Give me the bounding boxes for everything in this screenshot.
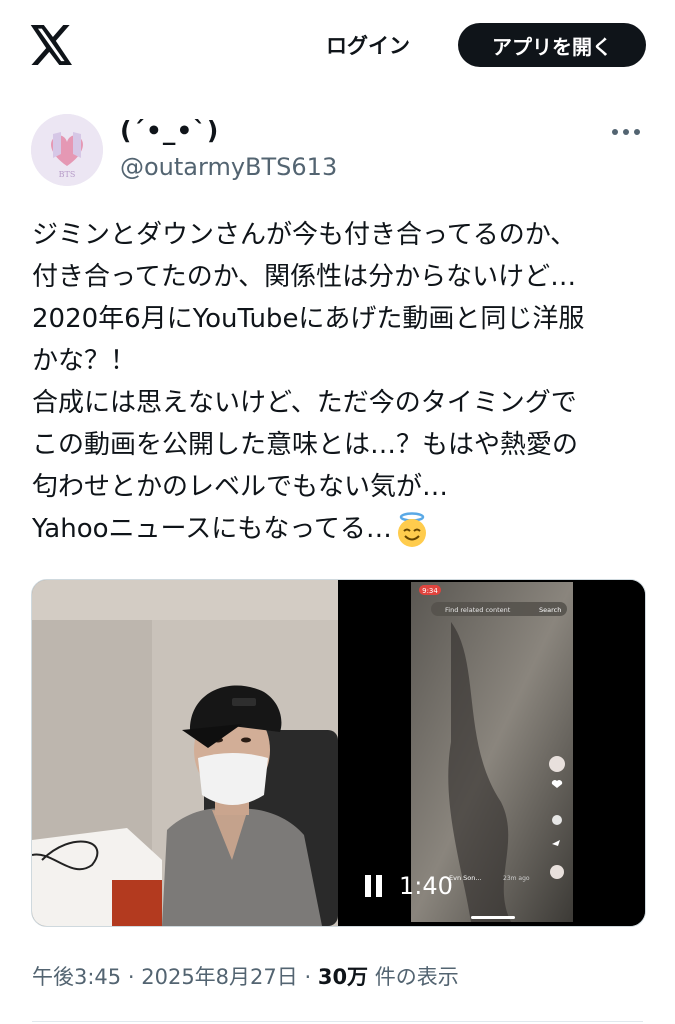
tweet-line: ジミンとダウンさんが今も付き合ってるのか、 — [32, 220, 577, 250]
meta-separator: · — [304, 965, 312, 989]
tweet-line: Yahooニュースにもなってる… — [32, 514, 392, 544]
phone-search-placeholder: Find related content — [445, 606, 511, 614]
video-right[interactable]: 9:34 Find related content Search Evn Son… — [341, 580, 645, 926]
display-name[interactable]: (´•_•`) — [120, 116, 219, 145]
video-duration: 1:40 — [399, 872, 453, 900]
avatar-text: BTS — [59, 170, 76, 179]
login-link[interactable]: ログイン — [326, 30, 410, 60]
bts-avatar-icon: BTS — [31, 114, 103, 186]
meta-separator: · — [127, 965, 135, 989]
tweet-media[interactable]: 9:34 Find related content Search Evn Son… — [31, 579, 646, 927]
tweet-line: 合成には思えないけど、ただ今のタイミングで — [32, 388, 577, 418]
tweet-line: 付き合ってたのか、関係性は分からないけど… — [32, 262, 577, 292]
x-logo-icon[interactable] — [30, 25, 74, 65]
post-date[interactable]: 2025年8月27日 — [141, 965, 298, 989]
avatar[interactable]: BTS — [31, 114, 103, 186]
tweet-line: この動画を公開した意味とは…？もはや熱愛の — [32, 430, 579, 460]
tweet-meta: 午後3:45 · 2025年8月27日 · 30万 件の表示 — [32, 961, 459, 991]
view-count: 30万 — [317, 965, 369, 989]
user-handle[interactable]: @outarmyBTS613 — [120, 153, 337, 181]
video-controls[interactable]: 1:40 — [365, 868, 453, 904]
open-app-button[interactable]: アプリを開く — [458, 23, 646, 67]
tweet-line: かな？！ — [32, 346, 137, 376]
top-bar: ログイン アプリを開く — [0, 0, 675, 92]
person-photo-image — [32, 580, 338, 926]
photo-left[interactable] — [32, 580, 338, 926]
phone-status-time: 9:34 — [422, 587, 438, 595]
phone-search-button: Search — [539, 606, 561, 614]
halo-smile-emoji-icon — [397, 511, 426, 547]
tweet-line: 匂わせとかのレベルでもない気が… — [32, 472, 449, 502]
phone-time-ago: 23m ago — [503, 875, 530, 882]
pause-icon[interactable] — [365, 875, 383, 897]
tweet-line-last: Yahooニュースにもなってる… — [32, 508, 647, 550]
tweet-text: ジミンとダウンさんが今も付き合ってるのか、 付き合ってたのか、関係性は分からない… — [32, 214, 647, 550]
phone-username: Evn Son... — [449, 874, 482, 882]
post-time[interactable]: 午後3:45 — [32, 965, 121, 989]
divider — [32, 1021, 643, 1022]
view-count-label: 件の表示 — [374, 965, 459, 989]
more-options-icon[interactable] — [610, 124, 642, 140]
tweet-line: 2020年6月にYouTubeにあげた動画と同じ洋服 — [32, 304, 585, 334]
